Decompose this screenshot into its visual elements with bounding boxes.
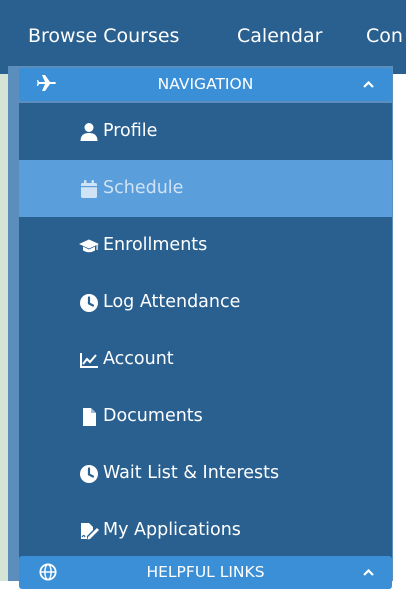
menu-item-account[interactable]: Account — [19, 331, 392, 388]
menu-item-my-applications[interactable]: My Applications — [19, 502, 392, 559]
menu-item-label: Wait List & Interests — [103, 463, 280, 483]
menu-item-label: Profile — [103, 121, 158, 141]
page-background — [0, 74, 8, 581]
menu-item-label: Documents — [103, 406, 203, 426]
navigation-panel-title: NAVIGATION — [157, 75, 254, 93]
menu-item-profile[interactable]: Profile — [19, 103, 392, 160]
menu-item-label: My Applications — [103, 520, 241, 540]
navigation-panel-header[interactable]: NAVIGATION — [19, 68, 392, 101]
menu-item-wait-list-interests[interactable]: Wait List & Interests — [19, 445, 392, 502]
nav-link-con[interactable]: Con — [366, 25, 403, 47]
menu-item-label: Account — [103, 349, 174, 369]
top-navbar: Browse Courses Calendar Con — [0, 0, 406, 74]
nav-link-calendar[interactable]: Calendar — [237, 25, 322, 47]
menu-item-label: Enrollments — [103, 235, 208, 255]
calendar-icon — [81, 180, 97, 198]
menu-item-schedule[interactable]: Schedule — [19, 160, 392, 217]
navigation-menu: Profile Schedule Enrollments Log Attenda… — [19, 103, 392, 562]
helpful-links-panel-title: HELPFUL LINKS — [146, 563, 265, 581]
menu-item-documents[interactable]: Documents — [19, 388, 392, 445]
menu-item-enrollments[interactable]: Enrollments — [19, 217, 392, 274]
chevron-up-icon[interactable] — [363, 569, 374, 576]
clock-icon — [80, 465, 98, 483]
file-icon — [83, 408, 96, 426]
chevron-up-icon[interactable] — [363, 81, 374, 88]
menu-item-label: Schedule — [103, 178, 184, 198]
user-icon — [80, 123, 98, 141]
nav-link-browse-courses[interactable]: Browse Courses — [28, 25, 179, 47]
menu-item-label: Log Attendance — [103, 292, 241, 312]
graduation-cap-icon — [79, 239, 99, 253]
page-gutter — [393, 74, 406, 581]
line-chart-icon — [80, 353, 98, 368]
helpful-links-panel-header[interactable]: HELPFUL LINKS — [19, 556, 392, 589]
clock-icon — [80, 294, 98, 312]
menu-item-log-attendance[interactable]: Log Attendance — [19, 274, 392, 331]
file-signature-icon — [81, 523, 99, 540]
